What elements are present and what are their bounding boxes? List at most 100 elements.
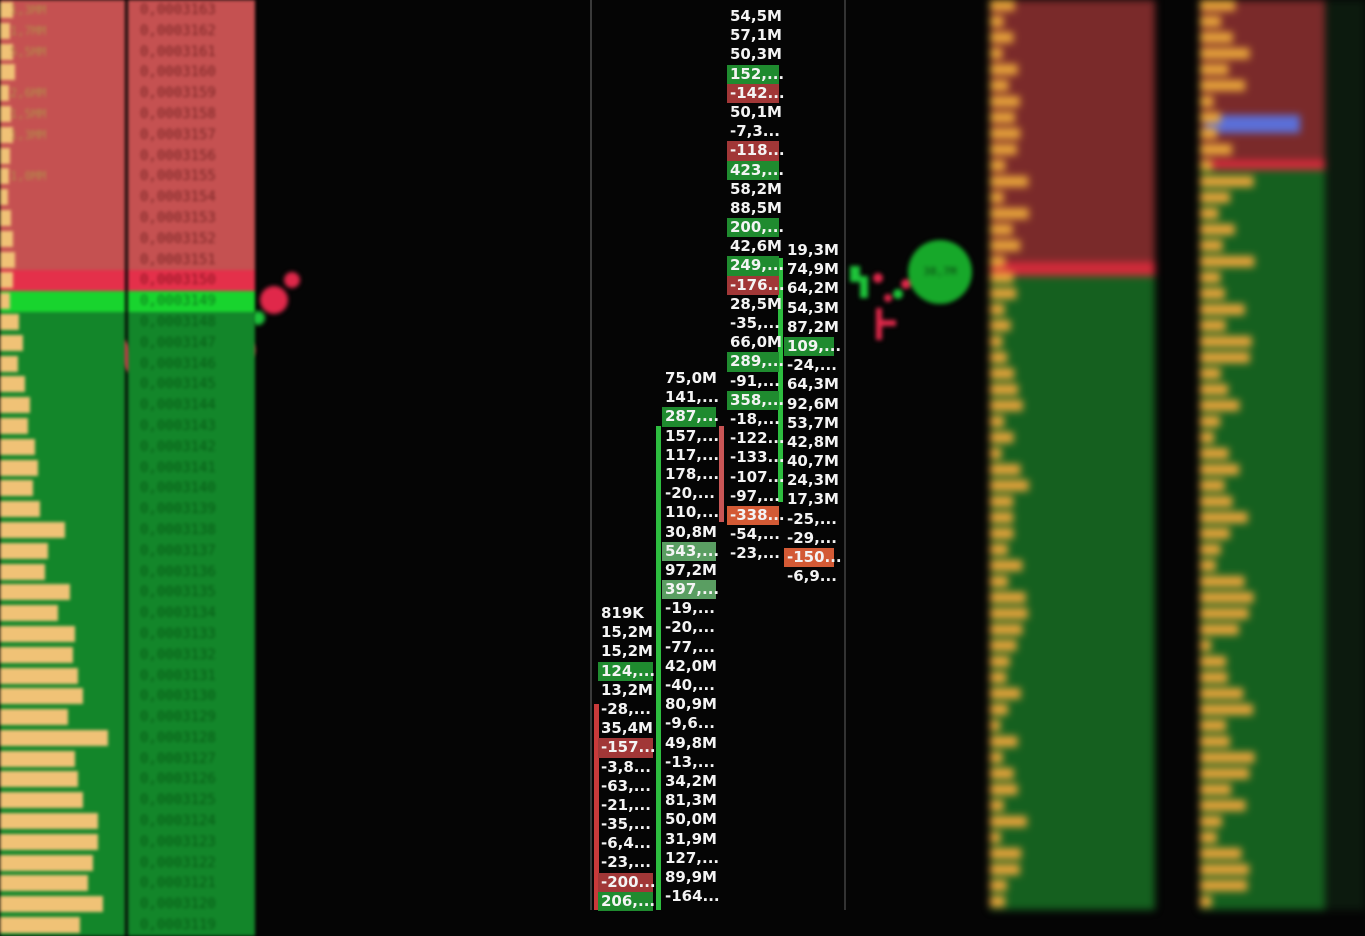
price-level[interactable]: 0,0003151 <box>128 249 255 271</box>
volume-bar <box>1200 192 1230 203</box>
price-level[interactable]: 0,0003159 <box>128 83 255 104</box>
price-level[interactable]: 0,0003142 <box>128 436 255 458</box>
volume-bar <box>0 459 38 476</box>
price-level[interactable]: 0,0003140 <box>128 478 255 500</box>
volume-bar <box>0 605 58 622</box>
price-level[interactable]: 0,0003134 <box>128 603 255 624</box>
volume-bar <box>990 768 1014 779</box>
footprint-cell: 157,... <box>665 426 720 445</box>
volume-bar <box>0 854 93 871</box>
price-level[interactable]: 0,0003161 <box>128 41 255 63</box>
volume-bar <box>990 384 1019 395</box>
volume-level <box>0 415 125 437</box>
price-level[interactable]: 0,0003132 <box>128 644 255 666</box>
price-level[interactable]: 0,0003123 <box>128 831 255 853</box>
volume-bar <box>990 368 1015 379</box>
footprint-cell: 75,0M <box>665 369 717 387</box>
price-level[interactable]: 0,0003152 <box>128 228 255 250</box>
volume-bar <box>1200 608 1249 619</box>
volume-level: 2,6MM <box>0 83 125 104</box>
price-level[interactable]: 0,0003148 <box>128 311 255 333</box>
footprint-cell: -35,... <box>730 314 780 332</box>
footprint-cell: -6,4... <box>601 834 651 853</box>
volume-bar <box>0 355 18 372</box>
volume-bar <box>990 720 1001 731</box>
price-level[interactable]: 0,0003139 <box>128 499 255 520</box>
volume-bar <box>990 352 1008 363</box>
price-level[interactable]: 0,0003136 <box>128 561 255 583</box>
footprint-cell: 117,... <box>665 445 720 464</box>
volume-level <box>0 769 125 791</box>
footprint-cell: -200... <box>598 872 656 892</box>
price-level[interactable]: 0,0003146 <box>128 353 255 375</box>
volume-bar <box>0 293 10 310</box>
price-level[interactable]: 0,0003129 <box>128 707 255 728</box>
volume-bar <box>990 32 1014 43</box>
price-level[interactable]: 0,0003125 <box>128 790 255 812</box>
price-level[interactable]: 0,0003163 <box>128 0 255 21</box>
footprint-column-4: 19,3M 74,9M 64,2M 54,3M 87,2M 109,... -24,... 6… <box>784 241 842 586</box>
price-level[interactable]: 0,0003150 <box>128 270 255 292</box>
volume-bar <box>990 864 1020 875</box>
volume-level <box>0 727 125 749</box>
volume-bar <box>990 128 1021 139</box>
price-level[interactable]: 0,0003149 <box>128 291 255 312</box>
volume-bar <box>1200 528 1230 539</box>
volume-bar <box>1200 80 1246 91</box>
price-level[interactable]: 0,0003135 <box>128 582 255 604</box>
footprint-cell: 50,3M <box>730 45 782 64</box>
volume-bar <box>1200 368 1221 379</box>
price-level[interactable]: 0,0003138 <box>128 519 255 541</box>
price-level[interactable]: 0,0003124 <box>128 811 255 832</box>
footprint-cell: 109,... <box>784 336 841 357</box>
price-level[interactable]: 0,0003120 <box>128 894 255 916</box>
price-level[interactable]: 0,0003154 <box>128 187 255 208</box>
price-level[interactable]: 0,0003147 <box>128 332 255 354</box>
footprint-cell: 397,... <box>662 580 719 600</box>
price-level[interactable]: 0,0003162 <box>128 20 255 42</box>
price-level[interactable]: 0,0003128 <box>128 727 255 749</box>
footprint-cell: 50,1M <box>730 102 782 121</box>
footprint-cell: -157... <box>598 738 656 758</box>
price-level[interactable]: 0,0003133 <box>128 623 255 645</box>
volume-bar <box>990 896 1006 907</box>
volume-bar <box>1200 592 1254 603</box>
volume-level <box>0 873 125 895</box>
price-level[interactable]: 0,0003141 <box>128 457 255 479</box>
price-level[interactable]: 0,0003122 <box>128 852 255 874</box>
volume-bar <box>1200 896 1212 907</box>
volume-bar <box>0 147 10 164</box>
price-level[interactable]: 0,0003156 <box>128 145 255 167</box>
volume-bar <box>0 688 83 705</box>
footprint-cell: 13,2M <box>601 680 653 699</box>
price-level[interactable]: 0,0003145 <box>128 374 255 396</box>
footprint-cell: -20,... <box>665 618 715 637</box>
price-level[interactable]: 0,0003126 <box>128 769 255 791</box>
price-level[interactable]: 0,0003119 <box>128 915 255 936</box>
volume-bar <box>1200 208 1219 219</box>
volume-bar <box>1200 352 1250 363</box>
volume-bar <box>990 240 1021 251</box>
price-level[interactable]: 0,0003127 <box>128 748 255 770</box>
price-level[interactable]: 0,0003157 <box>128 124 255 146</box>
price-level[interactable]: 0,0003153 <box>128 207 255 229</box>
price-level[interactable]: 0,0003137 <box>128 540 255 562</box>
price-level[interactable]: 0,0003158 <box>128 103 255 125</box>
footprint-cell: -54,... <box>730 525 780 544</box>
volume-bar <box>1200 736 1230 747</box>
volume-level: 1,3MM <box>0 124 125 146</box>
volume-bar <box>0 542 48 559</box>
price-level[interactable]: 0,0003130 <box>128 686 255 708</box>
price-level[interactable]: 0,0003143 <box>128 415 255 437</box>
price-level[interactable]: 0,0003144 <box>128 395 255 416</box>
price-level[interactable]: 0,0003121 <box>128 873 255 895</box>
price-level[interactable]: 0,0003155 <box>128 166 255 188</box>
footprint-cell: 92,6M <box>787 394 839 413</box>
volume-level: 1,7MM <box>0 20 125 42</box>
volume-bar <box>990 592 1026 603</box>
footprint-cell: 97,2M <box>665 560 717 579</box>
price-level[interactable]: 0,0003131 <box>128 665 255 687</box>
volume-bar <box>990 800 1004 811</box>
price-level[interactable]: 0,0003160 <box>128 62 255 84</box>
footprint-cell: 58,2M <box>730 179 782 198</box>
